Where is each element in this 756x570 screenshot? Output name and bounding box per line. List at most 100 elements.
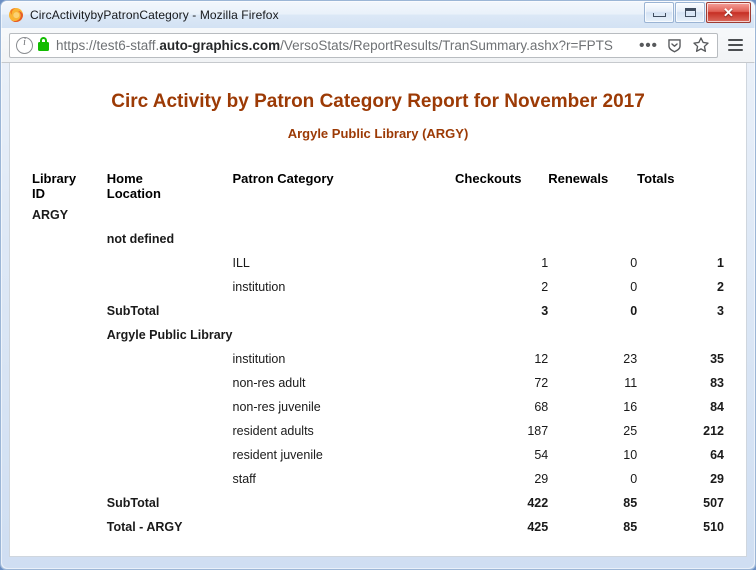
- cell-checkouts: 29: [534, 472, 549, 486]
- url-domain: auto-graphics.com: [159, 37, 281, 53]
- cell-patron-category: non-res juvenile: [232, 400, 321, 414]
- subtotal-checkouts: 422: [527, 496, 549, 510]
- cell-checkouts: 12: [534, 352, 549, 366]
- table-row: non-res juvenile 68 16 84: [10, 395, 746, 419]
- column-header-home-location: Home Location: [107, 171, 233, 203]
- cell-patron-category: resident adults: [232, 424, 314, 438]
- table-header-row: Library ID Home Location Patron Category…: [10, 171, 746, 203]
- library-id-value: ARGY: [32, 208, 69, 222]
- cell-renewals: 23: [623, 352, 638, 366]
- home-location-value: not defined: [106, 232, 175, 246]
- cell-total: 35: [710, 352, 724, 366]
- url-bar[interactable]: https://test6-staff.auto-graphics.com/Ve…: [9, 32, 718, 58]
- table-row: non-res adult 72 11 83: [10, 371, 746, 395]
- window-title: CircActivitybyPatronCategory - Mozilla F…: [30, 7, 279, 22]
- cell-total: 212: [703, 424, 724, 438]
- column-header-totals: Totals: [637, 171, 675, 186]
- cell-renewals: 11: [624, 376, 638, 390]
- cell-checkouts: 1: [541, 256, 549, 270]
- maximize-icon: [684, 8, 696, 17]
- column-header-checkouts: Checkouts: [455, 171, 522, 186]
- report-page: Circ Activity by Patron Category Report …: [10, 91, 746, 556]
- cell-patron-category: staff: [232, 472, 256, 486]
- url-bar-actions: •••: [634, 34, 717, 57]
- subtotal-total: 3: [717, 304, 724, 318]
- group-header-row: Argyle Public Library: [10, 323, 746, 347]
- library-id-row: ARGY: [10, 203, 746, 227]
- cell-patron-category: institution: [232, 352, 286, 366]
- cell-checkouts: 68: [534, 400, 549, 414]
- hamburger-menu-icon[interactable]: [721, 32, 749, 58]
- hamburger-lines: [727, 37, 743, 53]
- cell-checkouts: 187: [527, 424, 549, 438]
- cell-renewals: 16: [623, 400, 638, 414]
- minimize-button[interactable]: [644, 2, 674, 23]
- ellipsis-icon[interactable]: •••: [636, 34, 661, 57]
- star-icon[interactable]: [688, 34, 713, 57]
- cell-renewals: 0: [630, 472, 638, 486]
- shield-icon[interactable]: [662, 34, 687, 57]
- browser-toolbar: https://test6-staff.auto-graphics.com/Ve…: [1, 28, 755, 63]
- subtotal-renewals: 0: [630, 304, 638, 318]
- subtotal-row: SubTotal 422 85 507: [10, 491, 746, 515]
- cell-total: 83: [710, 376, 724, 390]
- cell-renewals: 10: [623, 448, 638, 462]
- subtotal-label: SubTotal: [106, 496, 160, 510]
- group-header-row: not defined: [10, 227, 746, 251]
- subtotal-label: SubTotal: [106, 304, 160, 318]
- cell-patron-category: resident juvenile: [232, 448, 323, 462]
- close-button[interactable]: ✕: [706, 2, 751, 23]
- url-text[interactable]: https://test6-staff.auto-graphics.com/Ve…: [56, 38, 634, 53]
- cell-checkouts: 72: [534, 376, 549, 390]
- table-header: Library ID Home Location Patron Category…: [10, 171, 746, 203]
- info-circle-icon[interactable]: [16, 36, 33, 54]
- table-row: staff 29 0 29: [10, 467, 746, 491]
- cell-patron-category: ILL: [232, 256, 250, 270]
- grand-total-label: Total - ARGY: [106, 520, 183, 534]
- cell-renewals: 0: [630, 280, 638, 294]
- cell-total: 64: [710, 448, 724, 462]
- cell-checkouts: 2: [541, 280, 549, 294]
- library-id-line2: ID: [32, 186, 45, 201]
- subtotal-total: 507: [703, 496, 724, 510]
- cell-renewals: 25: [623, 424, 638, 438]
- subtotal-checkouts: 3: [541, 304, 549, 318]
- cell-total: 84: [710, 400, 724, 414]
- column-header-renewals: Renewals: [548, 171, 609, 186]
- window-controls: ✕: [643, 2, 751, 23]
- column-header-library-id: Library ID: [10, 171, 107, 203]
- subtotal-renewals: 85: [623, 496, 638, 510]
- table-row: institution 2 0 2: [10, 275, 746, 299]
- cell-total: 29: [710, 472, 724, 486]
- library-id-line1: Library: [32, 171, 77, 186]
- firefox-logo-icon: [8, 7, 24, 23]
- grand-total-renewals: 85: [623, 520, 638, 534]
- table-row: resident juvenile 54 10 64: [10, 443, 746, 467]
- cell-total: 2: [717, 280, 724, 294]
- cell-renewals: 0: [630, 256, 638, 270]
- url-prefix: https://test6-staff.: [56, 37, 160, 53]
- table-body: ARGY not defined ILL 1 0 1 institution 2…: [10, 203, 746, 539]
- column-header-patron-category: Patron Category: [232, 171, 334, 186]
- maximize-button[interactable]: [675, 2, 705, 23]
- cell-patron-category: institution: [232, 280, 286, 294]
- table-row: ILL 1 0 1: [10, 251, 746, 275]
- close-icon: ✕: [723, 5, 734, 20]
- page-viewport: Circ Activity by Patron Category Report …: [9, 63, 747, 557]
- subtotal-row: SubTotal 3 0 3: [10, 299, 746, 323]
- lock-icon[interactable]: [38, 36, 49, 51]
- grand-total-row: Total - ARGY 425 85 510: [10, 515, 746, 539]
- page-subtitle: Argyle Public Library (ARGY): [287, 126, 469, 141]
- home-location-value: Argyle Public Library: [106, 328, 233, 342]
- grand-total-total: 510: [703, 520, 724, 534]
- home-location-line1: Home: [106, 171, 143, 186]
- table-row: resident adults 187 25 212: [10, 419, 746, 443]
- cell-total: 1: [717, 256, 724, 270]
- report-table: Library ID Home Location Patron Category…: [10, 171, 746, 539]
- window-titlebar: CircActivitybyPatronCategory - Mozilla F…: [1, 1, 755, 28]
- url-suffix: /VersoStats/ReportResults/TranSummary.as…: [280, 37, 613, 53]
- page-title: Circ Activity by Patron Category Report …: [111, 91, 645, 112]
- grand-total-checkouts: 425: [527, 520, 549, 534]
- cell-checkouts: 54: [534, 448, 549, 462]
- browser-window: CircActivitybyPatronCategory - Mozilla F…: [0, 0, 756, 570]
